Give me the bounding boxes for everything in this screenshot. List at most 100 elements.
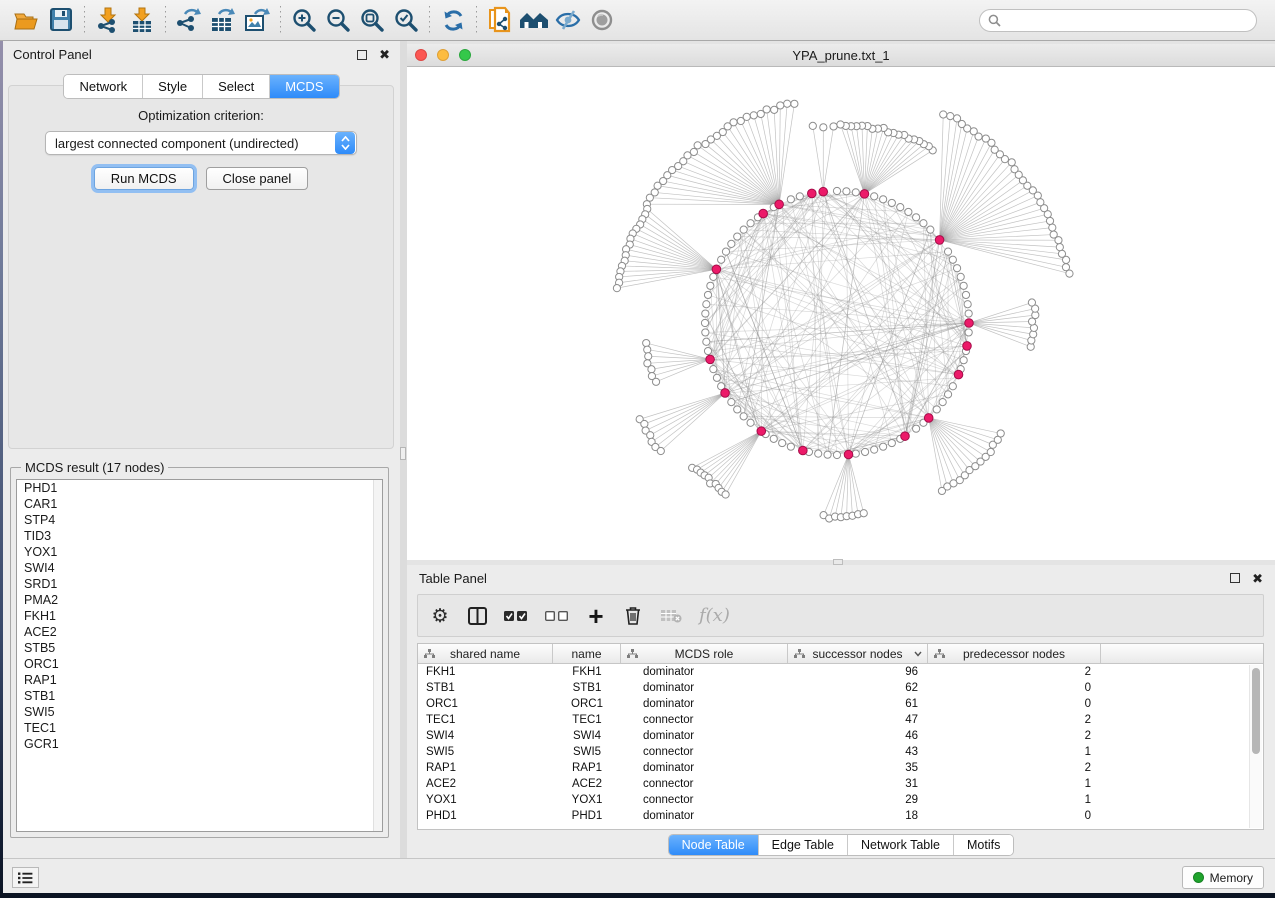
mcds-result-item[interactable]: STB1 bbox=[17, 688, 382, 704]
run-mcds-button[interactable]: Run MCDS bbox=[94, 167, 194, 190]
table-cell[interactable]: ORC1 bbox=[553, 696, 621, 712]
column-header-name[interactable]: name bbox=[553, 644, 621, 663]
table-cell[interactable]: FKH1 bbox=[553, 664, 621, 680]
table-row[interactable]: YOX1YOX1connector291 bbox=[418, 792, 1263, 808]
mcds-result-list[interactable]: PHD1CAR1STP4TID3YOX1SWI4SRD1PMA2FKH1ACE2… bbox=[16, 479, 383, 832]
float-table-panel-icon[interactable] bbox=[1230, 573, 1240, 583]
table-scrollbar[interactable] bbox=[1249, 665, 1262, 828]
show-columns-icon[interactable] bbox=[467, 603, 487, 629]
float-panel-icon[interactable] bbox=[357, 50, 367, 60]
network-window-titlebar[interactable]: YPA_prune.txt_1 bbox=[407, 44, 1275, 67]
table-cell[interactable]: RAP1 bbox=[418, 760, 553, 776]
column-header-shared-name[interactable]: shared name bbox=[418, 644, 553, 663]
table-row[interactable]: ORC1ORC1dominator610 bbox=[418, 696, 1263, 712]
mcds-result-item[interactable]: ORC1 bbox=[17, 656, 382, 672]
tab-node-table[interactable]: Node Table bbox=[669, 835, 759, 855]
mcds-result-item[interactable]: TEC1 bbox=[17, 720, 382, 736]
table-cell[interactable]: SWI4 bbox=[418, 728, 553, 744]
table-cell[interactable]: dominator bbox=[621, 696, 788, 712]
open-session-icon[interactable] bbox=[10, 4, 44, 36]
table-row[interactable]: FKH1FKH1dominator962 bbox=[418, 664, 1263, 680]
mcds-result-item[interactable]: GCR1 bbox=[17, 736, 382, 752]
table-cell[interactable]: FKH1 bbox=[418, 664, 553, 680]
export-image-icon[interactable] bbox=[240, 4, 274, 36]
column-header-predecessor-nodes[interactable]: predecessor nodes bbox=[928, 644, 1101, 663]
table-cell[interactable]: dominator bbox=[621, 728, 788, 744]
table-cell[interactable]: PHD1 bbox=[553, 808, 621, 824]
window-minimize-icon[interactable] bbox=[437, 49, 449, 61]
table-cell[interactable]: ACE2 bbox=[553, 776, 621, 792]
table-cell[interactable]: 0 bbox=[928, 696, 1101, 712]
window-maximize-icon[interactable] bbox=[459, 49, 471, 61]
search-field[interactable] bbox=[979, 9, 1257, 32]
table-cell[interactable]: 0 bbox=[928, 808, 1101, 824]
table-cell[interactable]: SWI5 bbox=[418, 744, 553, 760]
hide-detail-icon[interactable] bbox=[551, 4, 585, 36]
table-cell[interactable]: 18 bbox=[788, 808, 928, 824]
zoom-selected-icon[interactable] bbox=[389, 4, 423, 36]
tab-edge-table[interactable]: Edge Table bbox=[759, 835, 848, 855]
mcds-result-item[interactable]: PHD1 bbox=[17, 480, 382, 496]
table-cell[interactable]: 96 bbox=[788, 664, 928, 680]
table-cell[interactable]: 0 bbox=[928, 680, 1101, 696]
table-row[interactable]: SWI5SWI5connector431 bbox=[418, 744, 1263, 760]
table-cell[interactable]: STB1 bbox=[553, 680, 621, 696]
mcds-result-item[interactable]: SRD1 bbox=[17, 576, 382, 592]
memory-button[interactable]: Memory bbox=[1182, 866, 1264, 889]
network-graph-canvas[interactable] bbox=[407, 67, 1275, 560]
mcds-result-item[interactable]: TID3 bbox=[17, 528, 382, 544]
table-cell[interactable]: 35 bbox=[788, 760, 928, 776]
search-input[interactable] bbox=[1006, 13, 1248, 27]
close-panel-icon[interactable]: ✖ bbox=[379, 48, 390, 61]
table-cell[interactable]: 2 bbox=[928, 664, 1101, 680]
window-close-icon[interactable] bbox=[415, 49, 427, 61]
table-cell[interactable]: 1 bbox=[928, 776, 1101, 792]
mcds-result-item[interactable]: FKH1 bbox=[17, 608, 382, 624]
table-cell[interactable]: TEC1 bbox=[553, 712, 621, 728]
table-row[interactable]: STB1STB1dominator620 bbox=[418, 680, 1263, 696]
table-cell[interactable]: dominator bbox=[621, 680, 788, 696]
table-cell[interactable]: STB1 bbox=[418, 680, 553, 696]
tab-motifs[interactable]: Motifs bbox=[954, 835, 1013, 855]
show-graphics-icon[interactable] bbox=[585, 4, 619, 36]
column-header-MCDS-role[interactable]: MCDS role bbox=[621, 644, 788, 663]
network-overview-icon[interactable] bbox=[517, 4, 551, 36]
table-cell[interactable]: 2 bbox=[928, 728, 1101, 744]
table-cell[interactable]: 2 bbox=[928, 760, 1101, 776]
table-cell[interactable]: dominator bbox=[621, 808, 788, 824]
table-row[interactable]: SWI4SWI4dominator462 bbox=[418, 728, 1263, 744]
table-cell[interactable]: ORC1 bbox=[418, 696, 553, 712]
select-all-icon[interactable] bbox=[504, 603, 528, 629]
table-cell[interactable]: YOX1 bbox=[418, 792, 553, 808]
delete-table-icon[interactable] bbox=[660, 603, 682, 629]
table-cell[interactable]: 29 bbox=[788, 792, 928, 808]
mcds-result-item[interactable]: RAP1 bbox=[17, 672, 382, 688]
mcds-result-item[interactable]: STB5 bbox=[17, 640, 382, 656]
import-table-icon[interactable] bbox=[125, 4, 159, 36]
table-cell[interactable]: 2 bbox=[928, 712, 1101, 728]
mcds-result-item[interactable]: SWI5 bbox=[17, 704, 382, 720]
delete-row-icon[interactable] bbox=[623, 603, 643, 629]
table-cell[interactable]: ACE2 bbox=[418, 776, 553, 792]
table-cell[interactable]: connector bbox=[621, 792, 788, 808]
export-table-icon[interactable] bbox=[206, 4, 240, 36]
column-header-successor-nodes[interactable]: successor nodes bbox=[788, 644, 928, 663]
criterion-dropdown[interactable]: largest connected component (undirected) bbox=[45, 131, 357, 155]
unselect-all-icon[interactable] bbox=[545, 603, 569, 629]
table-cell[interactable]: 31 bbox=[788, 776, 928, 792]
function-builder-icon[interactable]: f(x) bbox=[699, 603, 730, 629]
table-cell[interactable]: 1 bbox=[928, 792, 1101, 808]
table-cell[interactable]: RAP1 bbox=[553, 760, 621, 776]
mcds-result-item[interactable]: STP4 bbox=[17, 512, 382, 528]
vertical-splitter-handle[interactable] bbox=[400, 447, 406, 460]
mcds-result-item[interactable]: PMA2 bbox=[17, 592, 382, 608]
table-cell[interactable]: YOX1 bbox=[553, 792, 621, 808]
table-scrollbar-thumb[interactable] bbox=[1252, 668, 1260, 754]
table-row[interactable]: PHD1PHD1dominator180 bbox=[418, 808, 1263, 824]
tab-select[interactable]: Select bbox=[203, 75, 270, 98]
add-row-icon[interactable]: + bbox=[586, 603, 606, 629]
mcds-result-item[interactable]: CAR1 bbox=[17, 496, 382, 512]
zoom-in-icon[interactable] bbox=[287, 4, 321, 36]
mcds-result-item[interactable]: YOX1 bbox=[17, 544, 382, 560]
mcds-result-item[interactable]: ACE2 bbox=[17, 624, 382, 640]
